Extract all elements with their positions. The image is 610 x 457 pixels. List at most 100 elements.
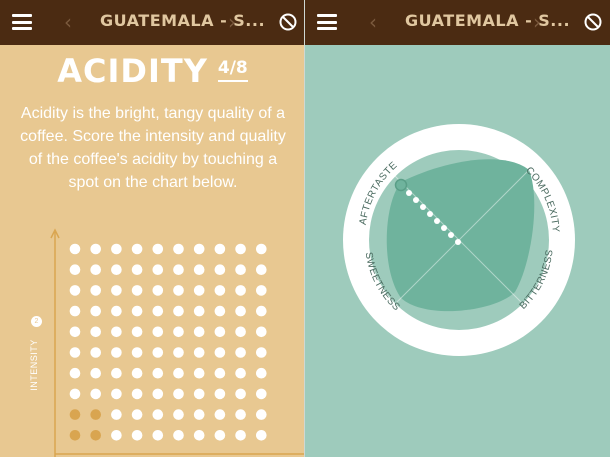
grid-dot[interactable]	[173, 326, 184, 338]
grid-dot[interactable]	[69, 305, 81, 317]
grid-dot[interactable]	[173, 243, 184, 255]
grid-dot[interactable]	[111, 430, 122, 441]
grid-dot[interactable]	[152, 367, 164, 379]
aftertaste-dot[interactable]	[406, 190, 412, 196]
grid-dot[interactable]	[152, 326, 164, 338]
grid-dot[interactable]	[111, 285, 122, 296]
grid-dot[interactable]	[152, 285, 164, 296]
grid-dot[interactable]	[173, 430, 184, 441]
aftertaste-dot[interactable]	[381, 160, 387, 166]
grid-dot[interactable]	[90, 243, 101, 255]
grid-dot[interactable]	[152, 409, 164, 420]
grid-dot[interactable]	[173, 264, 184, 276]
grid-dot[interactable]	[69, 264, 81, 276]
grid-dot[interactable]	[235, 388, 246, 400]
grid-dot[interactable]	[193, 347, 205, 358]
grid-dot[interactable]	[214, 367, 226, 379]
grid-dot[interactable]	[214, 264, 226, 276]
grid-dot[interactable]	[255, 347, 267, 358]
grid-dot-selected[interactable]	[69, 409, 81, 420]
grid-dot[interactable]	[152, 264, 164, 276]
grid-dot[interactable]	[193, 388, 205, 400]
grid-dot[interactable]	[69, 285, 81, 296]
grid-dot[interactable]	[131, 430, 143, 441]
grid-dot[interactable]	[152, 243, 164, 255]
grid-dot[interactable]	[235, 305, 246, 317]
grid-dot[interactable]	[111, 305, 122, 317]
grid-dot[interactable]	[235, 347, 246, 358]
grid-dot[interactable]	[255, 430, 267, 441]
grid-dot[interactable]	[255, 409, 267, 420]
grid-dot[interactable]	[193, 430, 205, 441]
grid-dot[interactable]	[235, 264, 246, 276]
aftertaste-handle[interactable]	[394, 178, 408, 192]
grid-dot[interactable]	[193, 264, 205, 276]
grid-dot[interactable]	[131, 409, 143, 420]
grid-dot[interactable]	[193, 285, 205, 296]
flavor-wheel[interactable]: AFTERTASTE COMPLEXITY SWEETNESS BITTERNE…	[305, 0, 610, 457]
grid-dot-selected[interactable]	[90, 409, 101, 420]
grid-dot[interactable]	[214, 305, 226, 317]
grid-dot[interactable]	[255, 305, 267, 317]
grid-dot[interactable]	[152, 388, 164, 400]
grid-dot[interactable]	[90, 347, 101, 358]
grid-dot[interactable]	[111, 243, 122, 255]
grid-dot[interactable]	[214, 409, 226, 420]
grid-dot[interactable]	[131, 285, 143, 296]
grid-dot[interactable]	[173, 367, 184, 379]
grid-dot[interactable]	[69, 388, 81, 400]
aftertaste-dot[interactable]	[455, 239, 461, 245]
grid-dot[interactable]	[111, 347, 122, 358]
grid-dot[interactable]	[235, 326, 246, 338]
grid-dot[interactable]	[90, 285, 101, 296]
aftertaste-dot[interactable]	[441, 225, 447, 231]
grid-dot[interactable]	[69, 367, 81, 379]
grid-dot[interactable]	[214, 243, 226, 255]
grid-dot[interactable]	[90, 264, 101, 276]
grid-dot[interactable]	[214, 326, 226, 338]
grid-dot-selected[interactable]	[90, 430, 101, 441]
grid-dot[interactable]	[214, 430, 226, 441]
grid-dot[interactable]	[214, 347, 226, 358]
grid-dot[interactable]	[69, 326, 81, 338]
grid-dot[interactable]	[69, 347, 81, 358]
grid-dot[interactable]	[235, 430, 246, 441]
grid-dot[interactable]	[131, 243, 143, 255]
grid-dot[interactable]	[131, 264, 143, 276]
grid-dot[interactable]	[111, 326, 122, 338]
aftertaste-dot[interactable]	[448, 232, 454, 238]
grid-dot[interactable]	[152, 347, 164, 358]
grid-dot[interactable]	[173, 388, 184, 400]
grid-dot[interactable]	[152, 305, 164, 317]
grid-dot[interactable]	[235, 409, 246, 420]
grid-dot[interactable]	[131, 347, 143, 358]
grid-dot[interactable]	[255, 326, 267, 338]
grid-dot[interactable]	[235, 243, 246, 255]
grid-dot[interactable]	[111, 409, 122, 420]
aftertaste-dot[interactable]	[413, 197, 419, 203]
grid-dot[interactable]	[90, 367, 101, 379]
grid-dot[interactable]	[173, 409, 184, 420]
grid-dot[interactable]	[255, 388, 267, 400]
grid-dot[interactable]	[193, 305, 205, 317]
grid-dot[interactable]	[173, 285, 184, 296]
grid-dot[interactable]	[131, 388, 143, 400]
grid-dot[interactable]	[255, 264, 267, 276]
grid-dot[interactable]	[152, 430, 164, 441]
grid-dot[interactable]	[255, 243, 267, 255]
grid-dot[interactable]	[90, 388, 101, 400]
grid-dot[interactable]	[131, 305, 143, 317]
aftertaste-dot[interactable]	[420, 204, 426, 210]
grid-dot[interactable]	[193, 326, 205, 338]
grid-dot[interactable]	[90, 305, 101, 317]
grid-dot[interactable]	[255, 367, 267, 379]
grid-dot[interactable]	[193, 367, 205, 379]
score-grid[interactable]	[0, 0, 305, 457]
aftertaste-dot[interactable]	[427, 211, 433, 217]
aftertaste-dot[interactable]	[434, 218, 440, 224]
grid-dot[interactable]	[111, 388, 122, 400]
grid-dot[interactable]	[69, 243, 81, 255]
grid-dot[interactable]	[193, 409, 205, 420]
grid-dot[interactable]	[255, 285, 267, 296]
grid-dot[interactable]	[214, 388, 226, 400]
